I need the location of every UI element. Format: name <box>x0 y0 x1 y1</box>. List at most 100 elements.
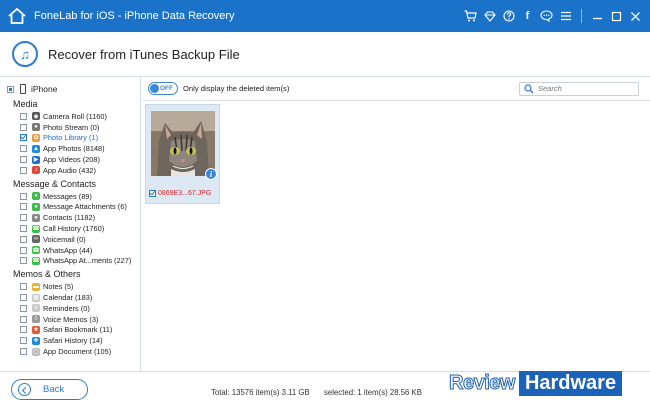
sidebar-item[interactable]: ▬ Notes (5) <box>0 281 140 292</box>
sidebar-item-checkbox[interactable] <box>20 134 27 142</box>
sidebar-item[interactable]: ● Photo Stream (0) <box>0 122 140 133</box>
help-icon[interactable] <box>500 8 517 25</box>
reminders-icon: ≡ <box>32 304 40 313</box>
maximize-icon[interactable] <box>608 8 625 25</box>
sidebar-item[interactable]: ● Message Attachments (6) <box>0 202 140 213</box>
sidebar-item-checkbox[interactable] <box>20 348 27 356</box>
app-videos-icon: ▶ <box>32 155 40 164</box>
sidebar-item-checkbox[interactable] <box>20 294 27 302</box>
search-box[interactable] <box>519 81 639 96</box>
device-checkbox[interactable] <box>7 85 14 93</box>
cart-icon[interactable] <box>462 8 479 25</box>
file-label: 0869E3...67.JPG <box>149 190 211 197</box>
home-icon[interactable] <box>6 5 28 27</box>
sidebar-item[interactable]: ☎ Call History (1760) <box>0 223 140 234</box>
sidebar-item-label: Safari Bookmark (11) <box>43 325 113 335</box>
voice-memos-icon: ◊ <box>32 315 40 324</box>
sidebar-item-label: App Photos (8148) <box>43 144 105 154</box>
deleted-only-toggle[interactable]: OFF <box>148 82 178 95</box>
toggle-knob <box>150 84 159 93</box>
page-title: Recover from iTunes Backup File <box>48 46 240 62</box>
close-icon[interactable] <box>627 8 644 25</box>
chat-icon[interactable] <box>538 8 555 25</box>
sidebar-item[interactable]: ∞ Voicemail (0) <box>0 234 140 245</box>
watermark-part1: Review <box>449 372 516 395</box>
file-name: 0869E3...67.JPG <box>158 190 212 197</box>
sidebar-item-label: Call History (1760) <box>43 224 105 234</box>
info-icon[interactable]: i <box>205 168 217 180</box>
sidebar-item[interactable]: ❖ Safari History (14) <box>0 335 140 346</box>
sidebar-item-checkbox[interactable] <box>20 257 27 265</box>
sidebar-group-heading: Media <box>13 99 38 109</box>
sidebar-item-checkbox[interactable] <box>20 192 27 200</box>
sidebar-item-checkbox[interactable] <box>20 235 27 243</box>
diamond-icon[interactable] <box>481 8 498 25</box>
sidebar-item-checkbox[interactable] <box>20 304 27 312</box>
sidebar-item-checkbox[interactable] <box>20 246 27 254</box>
sidebar-item-checkbox[interactable] <box>20 203 27 211</box>
sidebar-item[interactable]: ≡ Reminders (0) <box>0 303 140 314</box>
device-label: iPhone <box>31 84 58 94</box>
category-sidebar: iPhone Media ◉ Camera Roll (1160) ● Photo St… <box>0 77 141 371</box>
call-history-icon: ☎ <box>32 224 40 233</box>
sidebar-item[interactable]: ● Contacts (1182) <box>0 212 140 223</box>
sidebar-item-label: Photo Library (1) <box>43 133 99 143</box>
sidebar-item[interactable]: ☎ WhatsApp At...ments (227) <box>0 256 140 267</box>
sidebar-item-checkbox[interactable] <box>20 315 27 323</box>
calendar-icon: ▦ <box>32 293 40 302</box>
sidebar-item-label: Voice Memos (3) <box>43 314 99 324</box>
contacts-icon: ● <box>32 213 40 222</box>
titlebar-separator <box>581 9 582 23</box>
sidebar-item[interactable]: ★ Safari Bookmark (11) <box>0 325 140 336</box>
window-title: FoneLab for iOS - iPhone Data Recovery <box>34 10 235 22</box>
sidebar-item-label: Message Attachments (6) <box>43 202 127 212</box>
cat-photo-thumbnail[interactable] <box>151 111 215 176</box>
sidebar-item[interactable]: ◊ Voice Memos (3) <box>0 314 140 325</box>
sidebar-item-checkbox[interactable] <box>20 166 27 174</box>
sidebar-item-label: Reminders (0) <box>43 303 90 313</box>
device-row[interactable]: iPhone <box>0 82 140 96</box>
back-button[interactable]: Back <box>11 379 88 400</box>
menu-icon[interactable] <box>557 8 574 25</box>
sidebar-item-checkbox[interactable] <box>20 326 27 334</box>
sidebar-item[interactable]: ▢ App Document (105) <box>0 346 140 357</box>
search-icon <box>524 83 534 93</box>
file-checkbox[interactable] <box>149 190 156 197</box>
minimize-icon[interactable] <box>589 8 606 25</box>
content-toolbar: OFF Only display the deleted item(s) <box>142 77 650 101</box>
sidebar-item[interactable]: ▦ Calendar (183) <box>0 292 140 303</box>
sidebar-item[interactable]: ▶ App Videos (208) <box>0 154 140 165</box>
voicemail-icon: ∞ <box>32 235 40 244</box>
sidebar-item-checkbox[interactable] <box>20 225 27 233</box>
sidebar-item-checkbox[interactable] <box>20 112 27 120</box>
sidebar-item[interactable]: ▲ App Photos (8148) <box>0 143 140 154</box>
sidebar-item[interactable]: ☎ WhatsApp (44) <box>0 245 140 256</box>
search-input[interactable] <box>538 84 628 93</box>
page-header: ♫ Recover from iTunes Backup File <box>0 32 650 77</box>
sidebar-group-heading: Memos & Others <box>13 269 81 280</box>
sidebar-item-checkbox[interactable] <box>20 145 27 153</box>
notes-icon: ▬ <box>32 282 40 291</box>
sidebar-item-checkbox[interactable] <box>20 283 27 291</box>
sidebar-item-label: Safari History (14) <box>43 336 103 346</box>
sidebar-item-checkbox[interactable] <box>20 123 27 131</box>
sidebar-item-checkbox[interactable] <box>20 337 27 345</box>
sidebar-item-checkbox[interactable] <box>20 156 27 164</box>
sidebar-item-label: App Audio (432) <box>43 165 97 175</box>
app-document-icon: ▢ <box>32 347 40 356</box>
sidebar-item-label: App Document (105) <box>43 347 112 357</box>
deleted-only-label: Only display the deleted item(s) <box>183 84 290 93</box>
sidebar-item[interactable]: ◉ Camera Roll (1160) <box>0 111 140 122</box>
sidebar-item[interactable]: ✿ Photo Library (1) <box>0 133 140 144</box>
sidebar-item-checkbox[interactable] <box>20 214 27 222</box>
facebook-icon[interactable]: f <box>519 8 536 25</box>
sidebar-item-label: Voicemail (0) <box>43 234 86 244</box>
back-button-label: Back <box>43 384 65 395</box>
total-info: Total: 13576 item(s) 3.11 GB <box>211 388 310 397</box>
app-photos-icon: ▲ <box>32 144 40 153</box>
title-bar: FoneLab for iOS - iPhone Data Recovery f <box>0 0 650 32</box>
file-thumbnail-card[interactable]: i 0869E3...67.JPG <box>145 104 220 204</box>
sidebar-item[interactable]: ♪ App Audio (432) <box>0 165 140 176</box>
camera-icon: ◉ <box>32 112 40 121</box>
sidebar-item[interactable]: ● Messages (89) <box>0 191 140 202</box>
